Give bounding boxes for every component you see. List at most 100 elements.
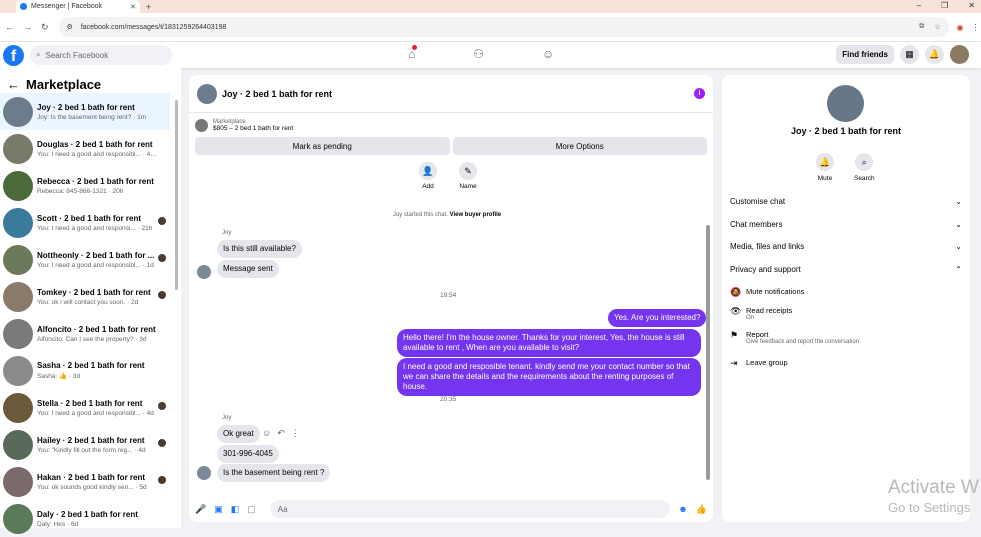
conversation-item[interactable]: Stella · 2 bed 1 bath for rent You: I nee… xyxy=(0,389,170,426)
chat-scrollbar[interactable] xyxy=(706,225,710,480)
sender-avatar[interactable] xyxy=(197,265,211,279)
profile-avatar[interactable] xyxy=(827,85,864,122)
thumbs-up-icon[interactable]: 👍 xyxy=(696,504,707,515)
mark-pending-button[interactable]: Mark as pending xyxy=(195,137,450,155)
report-option[interactable]: ⚑ Report Give feedback and report the con… xyxy=(730,330,859,345)
conversation-item[interactable]: Tomkey · 2 bed 1 bath for rent You: ok i … xyxy=(0,278,170,315)
site-info-icon[interactable]: ⚙ xyxy=(67,23,73,31)
emoji-icon[interactable]: ☻ xyxy=(678,504,687,514)
photo-icon[interactable]: ▣ xyxy=(214,504,223,515)
mute-notifications-option[interactable]: 🔕 Mute notifications xyxy=(730,287,804,298)
url-field[interactable]: ⚙ facebook.com/messages/t/18312592644031… xyxy=(58,17,949,37)
sticker-icon[interactable]: ◧ xyxy=(231,504,240,515)
chat-avatar[interactable] xyxy=(197,83,217,104)
bell-icon: 🔔 xyxy=(816,153,834,171)
reload-icon[interactable]: ↻ xyxy=(41,22,49,33)
url-tail-icons: ⧉ ☆ xyxy=(919,23,940,31)
listing-text: $805 – 2 bed 1 bath for rent xyxy=(213,124,294,132)
browser-tab[interactable]: Messenger | Facebook ✕ xyxy=(16,0,140,13)
message-incoming[interactable]: Is this still available? xyxy=(217,240,302,258)
conversation-item[interactable]: Nottheonly · 2 bed 1 bath for ... You: I … xyxy=(0,241,170,278)
friends-icon[interactable]: ⚇ xyxy=(473,47,484,61)
chat-title[interactable]: Joy · 2 bed 1 bath for rent xyxy=(222,89,332,99)
name-button[interactable]: ✎ Name xyxy=(459,162,477,190)
message-outgoing[interactable]: I need a good and resposible tenant. kin… xyxy=(397,358,701,396)
back-icon[interactable]: ← xyxy=(5,22,14,33)
close-window-icon[interactable]: ✕ xyxy=(968,1,975,10)
bookmark-star-icon[interactable]: ☆ xyxy=(934,23,940,31)
conversation-item[interactable]: Daly · 2 bed 1 bath for rent Daly: Hes · … xyxy=(0,500,170,537)
conversation-item[interactable]: Hailey · 2 bed 1 bath for rent You: "Kind… xyxy=(0,426,170,463)
react-emoji-icon[interactable]: ☺ xyxy=(262,428,271,439)
chat-info-panel: Joy · 2 bed 1 bath for rent 🔔 Mute ⌕ Sea… xyxy=(722,75,970,522)
listing-bar[interactable]: Marketplace $805 – 2 bed 1 bath for rent xyxy=(189,113,713,137)
minimize-icon[interactable]: – xyxy=(917,1,921,10)
search-box[interactable]: ⌕ Search Facebook xyxy=(30,45,172,65)
new-tab-icon[interactable]: + xyxy=(146,2,151,12)
conversation-text: Scott · 2 bed 1 bath for rent You: I need… xyxy=(37,214,159,232)
back-arrow-icon[interactable]: ← xyxy=(7,77,20,92)
section-media-files[interactable]: Media, files and links ⌄ xyxy=(730,242,962,251)
more-options-button[interactable]: More Options xyxy=(452,137,707,155)
profile-icon[interactable]: ◉ xyxy=(957,23,964,32)
more-dots-icon[interactable]: ⋮ xyxy=(291,428,300,439)
profile-actions: 🔔 Mute ⌕ Search xyxy=(816,153,875,182)
add-button[interactable]: 👤 Add xyxy=(419,162,437,190)
search-chat-button[interactable]: ⌕ Search xyxy=(854,153,875,182)
seen-avatar xyxy=(158,476,166,484)
section-customise-chat[interactable]: Customise chat ⌄ xyxy=(730,197,962,206)
groups-icon[interactable]: ☺ xyxy=(542,47,554,61)
microphone-icon[interactable]: 🎤 xyxy=(195,504,206,515)
section-privacy-support[interactable]: Privacy and support ⌃ xyxy=(730,265,962,274)
browser-menu-icon[interactable]: ⋮ xyxy=(972,23,980,32)
conversation-item[interactable]: Sasha · 2 bed 1 bath for rent Sasha: 👍 · … xyxy=(0,352,170,389)
cast-icon[interactable]: ⧉ xyxy=(919,23,924,31)
message-incoming[interactable]: Is the basement being rent ? xyxy=(217,464,331,482)
leave-group-option[interactable]: ⇥ Leave group xyxy=(730,358,788,369)
conversation-item[interactable]: Scott · 2 bed 1 bath for rent You: I need… xyxy=(0,204,170,241)
message-outgoing[interactable]: Hello there! I'm the house owner. Thanks… xyxy=(397,329,701,357)
notifications-bell-icon[interactable]: 🔔 xyxy=(925,45,944,64)
conversation-item[interactable]: Rebecca · 2 bed 1 bath for rent Rebecca: … xyxy=(0,167,170,204)
sidebar-scrollbar[interactable] xyxy=(175,100,178,290)
conversation-text: Rebecca · 2 bed 1 bath for rent Rebecca: … xyxy=(37,177,159,195)
section-chat-members[interactable]: Chat members ⌄ xyxy=(730,220,962,229)
message-outgoing[interactable]: Yes. Are you interested? xyxy=(608,309,707,327)
conversation-preview: You: "Kindly fill out the form reg... · … xyxy=(37,446,146,454)
tab-title: Messenger | Facebook xyxy=(31,3,103,10)
forward-icon[interactable]: → xyxy=(23,22,32,33)
seen-avatar xyxy=(158,291,166,299)
name-label: Name xyxy=(459,183,477,190)
gif-icon[interactable]: ▢ xyxy=(247,504,256,515)
sender-avatar[interactable] xyxy=(197,466,211,480)
conversation-text: Joy · 2 bed 1 bath for rent Joy: Is the b… xyxy=(37,103,159,121)
message-incoming[interactable]: Message sent xyxy=(217,260,279,278)
info-icon[interactable]: i xyxy=(694,88,705,99)
conversation-name: Stella · 2 bed 1 bath for rent xyxy=(37,398,143,408)
search-input[interactable]: Search Facebook xyxy=(45,51,108,60)
sidebar-title: Marketplace xyxy=(26,77,102,92)
mute-button[interactable]: 🔔 Mute xyxy=(816,153,834,182)
sender-label: Joy xyxy=(222,230,232,236)
menu-grid-icon[interactable]: ▦ xyxy=(900,45,919,64)
message-incoming[interactable]: Ok great xyxy=(217,425,260,443)
message-input[interactable]: Aa xyxy=(269,500,671,518)
reply-icon[interactable]: ↶ xyxy=(277,428,285,439)
close-tab-icon[interactable]: ✕ xyxy=(130,3,136,11)
conversation-item[interactable]: Joy · 2 bed 1 bath for rent Joy: Is the b… xyxy=(0,93,170,130)
maximize-icon[interactable]: ❐ xyxy=(941,1,948,10)
read-receipts-option[interactable]: 👁 Read receipts On xyxy=(730,306,792,321)
message-incoming[interactable]: 301-996-4045 xyxy=(217,445,279,463)
system-text: Joy started this chat. xyxy=(392,212,448,218)
find-friends-button[interactable]: Find friends xyxy=(836,45,894,64)
conversation-item[interactable]: Alfoncito · 2 bed 1 bath for rent Alfonci… xyxy=(0,315,170,352)
view-buyer-profile-link[interactable]: View buyer profile xyxy=(450,212,502,218)
option-label: Mute notifications xyxy=(746,287,805,296)
conversation-item[interactable]: Douglas · 2 bed 1 bath for rent You: I ne… xyxy=(0,130,170,167)
facebook-logo-icon[interactable]: f xyxy=(3,44,24,66)
conversation-avatar xyxy=(3,133,33,164)
chevron-up-icon: ⌃ xyxy=(955,265,962,274)
conversation-item[interactable]: Hakan · 2 bed 1 bath for rent You: ok sou… xyxy=(0,463,170,500)
home-icon[interactable]: ⌂ xyxy=(408,45,418,61)
account-avatar[interactable] xyxy=(950,45,969,64)
